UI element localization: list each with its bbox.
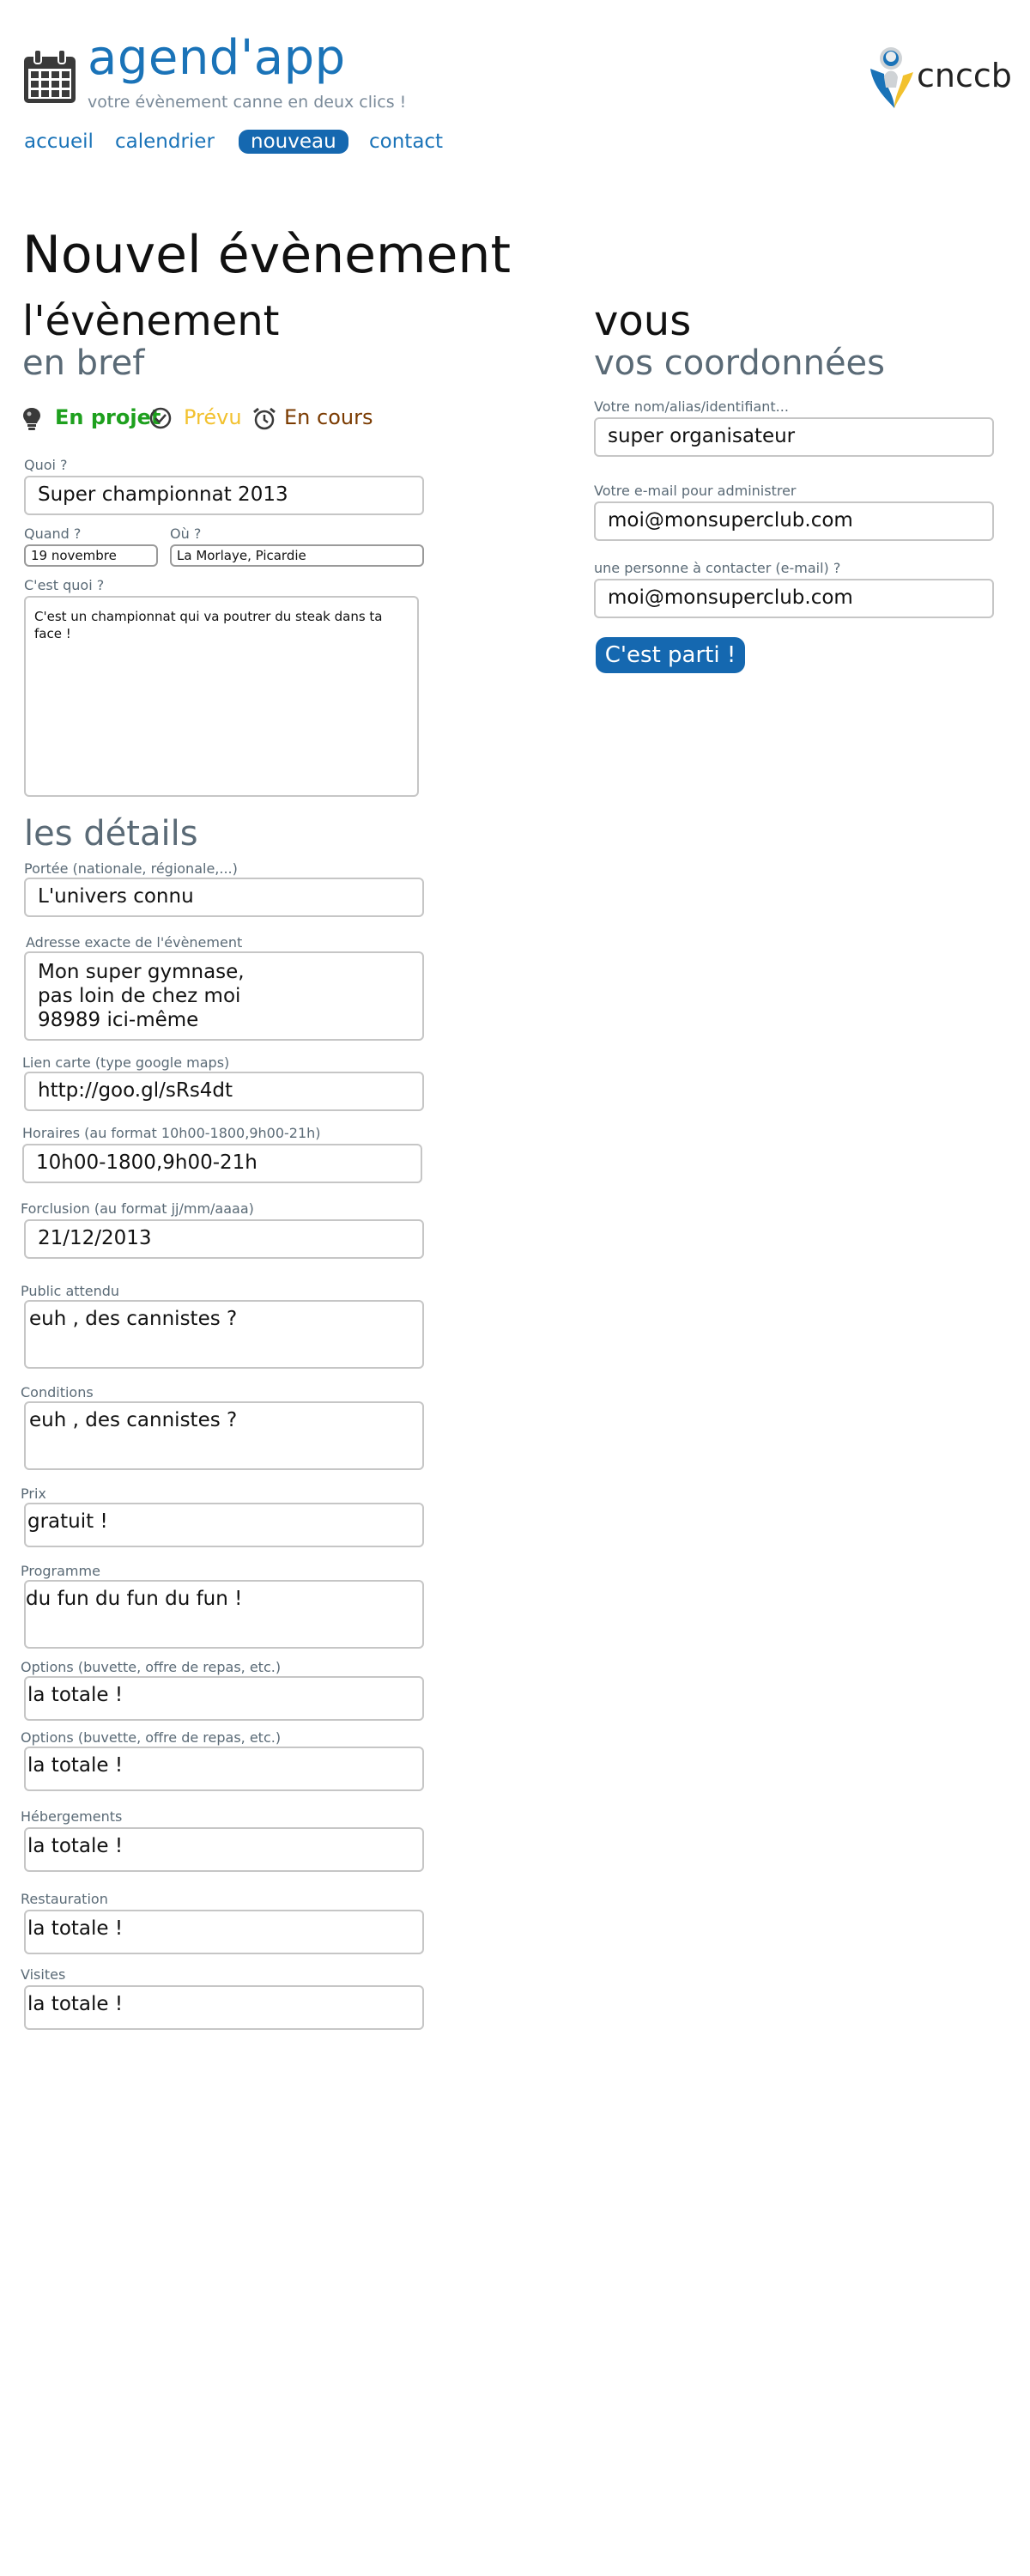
detail-input-options-2[interactable]: la totale ! [24, 1747, 424, 1791]
app-subtitle: votre évènement canne en deux clics ! [88, 93, 407, 112]
check-circle-icon[interactable] [149, 407, 172, 429]
detail-input-hebergements[interactable]: la totale ! [24, 1827, 424, 1872]
nav-contact[interactable]: contact [369, 131, 443, 153]
detail-label-public: Public attendu [21, 1283, 120, 1299]
detail-label-adresse: Adresse exacte de l'évènement [26, 934, 243, 951]
detail-label-conditions: Conditions [21, 1384, 94, 1400]
cnccb-logo-icon [870, 47, 913, 108]
alarm-clock-icon[interactable] [252, 407, 276, 431]
detail-label-programme: Programme [21, 1563, 100, 1579]
description-label: C'est quoi ? [24, 577, 105, 593]
nav-accueil[interactable]: accueil [24, 131, 94, 153]
detail-input-portee[interactable]: L'univers connu [24, 878, 424, 917]
contact-label: une personne à contacter (e-mail) ? [594, 560, 841, 576]
detail-label-hebergements: Hébergements [21, 1808, 123, 1825]
what-label: Quoi ? [24, 457, 68, 473]
detail-input-adresse[interactable]: Mon super gymnase, pas loin de chez moi … [24, 951, 424, 1041]
nav-nouveau[interactable]: nouveau [239, 130, 348, 154]
detail-label-horaires: Horaires (au format 10h00-1800,9h00-21h) [22, 1125, 321, 1141]
detail-input-horaires[interactable]: 10h00-1800,9h00-21h [22, 1144, 422, 1183]
description-textarea[interactable]: C'est un championnat qui va poutrer du s… [24, 596, 419, 797]
detail-input-visites[interactable]: la totale ! [24, 1985, 424, 2030]
detail-input-forclusion[interactable]: 21/12/2013 [24, 1219, 424, 1259]
detail-label-options-2: Options (buvette, offre de repas, etc.) [21, 1729, 282, 1746]
when-input[interactable]: 19 novembre 2013 [24, 544, 158, 567]
detail-input-prix[interactable]: gratuit ! [24, 1503, 424, 1547]
where-label: Où ? [170, 526, 202, 542]
detail-input-conditions[interactable]: euh , des cannistes ? [24, 1401, 424, 1470]
detail-input-options-1[interactable]: la totale ! [24, 1676, 424, 1721]
detail-input-lien-carte[interactable]: http://goo.gl/sRs4dt [24, 1072, 424, 1111]
name-input[interactable]: super organisateur [594, 417, 994, 457]
what-input[interactable]: Super championnat 2013 [24, 476, 424, 515]
details-section-title: les détails [24, 814, 198, 854]
status-prevu[interactable]: Prévu [184, 405, 242, 429]
app-title: agend'app [88, 30, 346, 86]
status-en-projet[interactable]: En projet [55, 405, 161, 429]
detail-label-visites: Visites [21, 1966, 66, 1983]
nav-calendrier[interactable]: calendrier [115, 131, 215, 153]
page-title: Nouvel évènement [22, 225, 511, 285]
email-label: Votre e-mail pour administrer [594, 483, 797, 499]
brand-name: cnccb [917, 57, 1012, 94]
detail-label-prix: Prix [21, 1485, 46, 1502]
lightbulb-icon[interactable] [22, 407, 41, 431]
event-section-title: l'évènement [22, 297, 280, 345]
status-en-cours[interactable]: En cours [284, 405, 373, 429]
contact-input[interactable]: moi@monsuperclub.com [594, 579, 994, 618]
submit-button[interactable]: C'est parti ! [596, 637, 745, 673]
calendar-icon [24, 50, 76, 103]
event-section-subtitle: en bref [22, 343, 145, 383]
detail-label-lien-carte: Lien carte (type google maps) [22, 1054, 230, 1071]
you-section-subtitle: vos coordonnées [594, 343, 886, 383]
email-input[interactable]: moi@monsuperclub.com [594, 501, 994, 541]
you-section-title: vous [594, 297, 692, 345]
detail-input-public[interactable]: euh , des cannistes ? [24, 1300, 424, 1369]
where-input[interactable]: La Morlaye, Picardie [170, 544, 424, 567]
detail-input-programme[interactable]: du fun du fun du fun ! [24, 1580, 424, 1649]
name-label: Votre nom/alias/identifiant... [594, 398, 789, 415]
detail-label-forclusion: Forclusion (au format jj/mm/aaaa) [21, 1200, 254, 1217]
when-label: Quand ? [24, 526, 82, 542]
detail-label-options-1: Options (buvette, offre de repas, etc.) [21, 1659, 282, 1675]
detail-input-restauration[interactable]: la totale ! [24, 1910, 424, 1954]
detail-label-portee: Portée (nationale, régionale,...) [24, 860, 238, 877]
detail-label-restauration: Restauration [21, 1891, 108, 1907]
